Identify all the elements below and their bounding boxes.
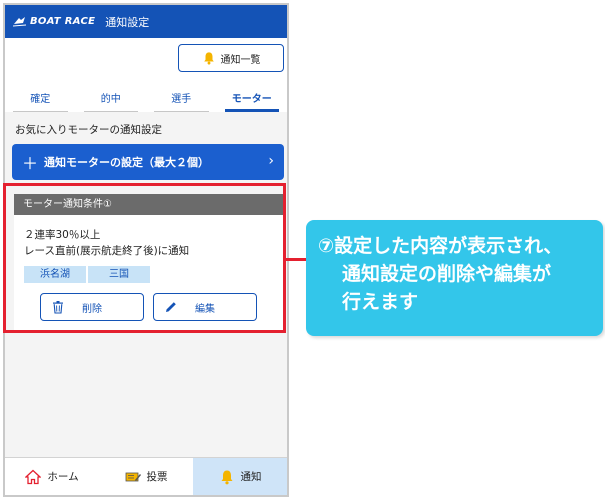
notification-list-label: 通知一覧 <box>220 54 261 66</box>
callout-line: 行えます <box>342 291 419 313</box>
nav-vote-label: 投票 <box>146 471 168 483</box>
brand-text: BOAT RACE <box>30 16 96 27</box>
tab-hit[interactable]: 的中 <box>76 84 147 112</box>
top-panel: 通知一覧 確定 的中 選手 モーター <box>5 38 287 112</box>
callout-connector <box>286 258 308 261</box>
section-title: お気に入りモーターの通知設定 <box>15 124 162 136</box>
tab-bar: 確定 的中 選手 モーター <box>5 84 287 112</box>
tab-motor[interactable]: モーター <box>217 84 288 112</box>
home-icon <box>25 469 42 484</box>
bottom-navigation: ホーム 投票 通知 <box>5 457 287 495</box>
callout-line: ⑦設定した内容が表示され、 <box>318 235 563 257</box>
nav-vote[interactable]: 投票 <box>99 458 193 495</box>
plus-icon: ＋ <box>22 154 39 173</box>
tab-label: 選手 <box>171 94 192 105</box>
tab-confirmed[interactable]: 確定 <box>5 84 76 112</box>
bell-icon <box>221 470 232 484</box>
notification-list-button[interactable]: 通知一覧 <box>178 44 284 72</box>
nav-home-label: ホーム <box>47 471 79 483</box>
tab-label: 確定 <box>30 94 51 105</box>
ticket-icon <box>125 472 141 481</box>
tab-label: 的中 <box>100 94 121 105</box>
chevron-right-icon: › <box>268 153 274 169</box>
nav-notification-label: 通知 <box>240 471 262 483</box>
boatrace-logo: BOAT RACE <box>13 16 95 27</box>
nav-notification[interactable]: 通知 <box>193 458 287 495</box>
boat-logo-icon <box>13 17 27 27</box>
app-header: BOAT RACE 通知設定 <box>5 5 287 38</box>
motor-setting-button[interactable]: ＋ 通知モーターの設定（最大２個） › <box>12 144 284 180</box>
tab-label: モーター <box>231 94 272 105</box>
explanation-callout: ⑦設定した内容が表示され、 通知設定の削除や編集が 行えます <box>306 220 603 336</box>
highlight-frame <box>3 183 286 333</box>
motor-setting-label: 通知モーターの設定（最大２個） <box>44 156 210 169</box>
page-title: 通知設定 <box>105 15 150 29</box>
tab-racer[interactable]: 選手 <box>146 84 217 112</box>
callout-line: 通知設定の削除や編集が <box>342 263 552 285</box>
nav-home[interactable]: ホーム <box>5 458 99 495</box>
bell-icon <box>203 52 214 65</box>
